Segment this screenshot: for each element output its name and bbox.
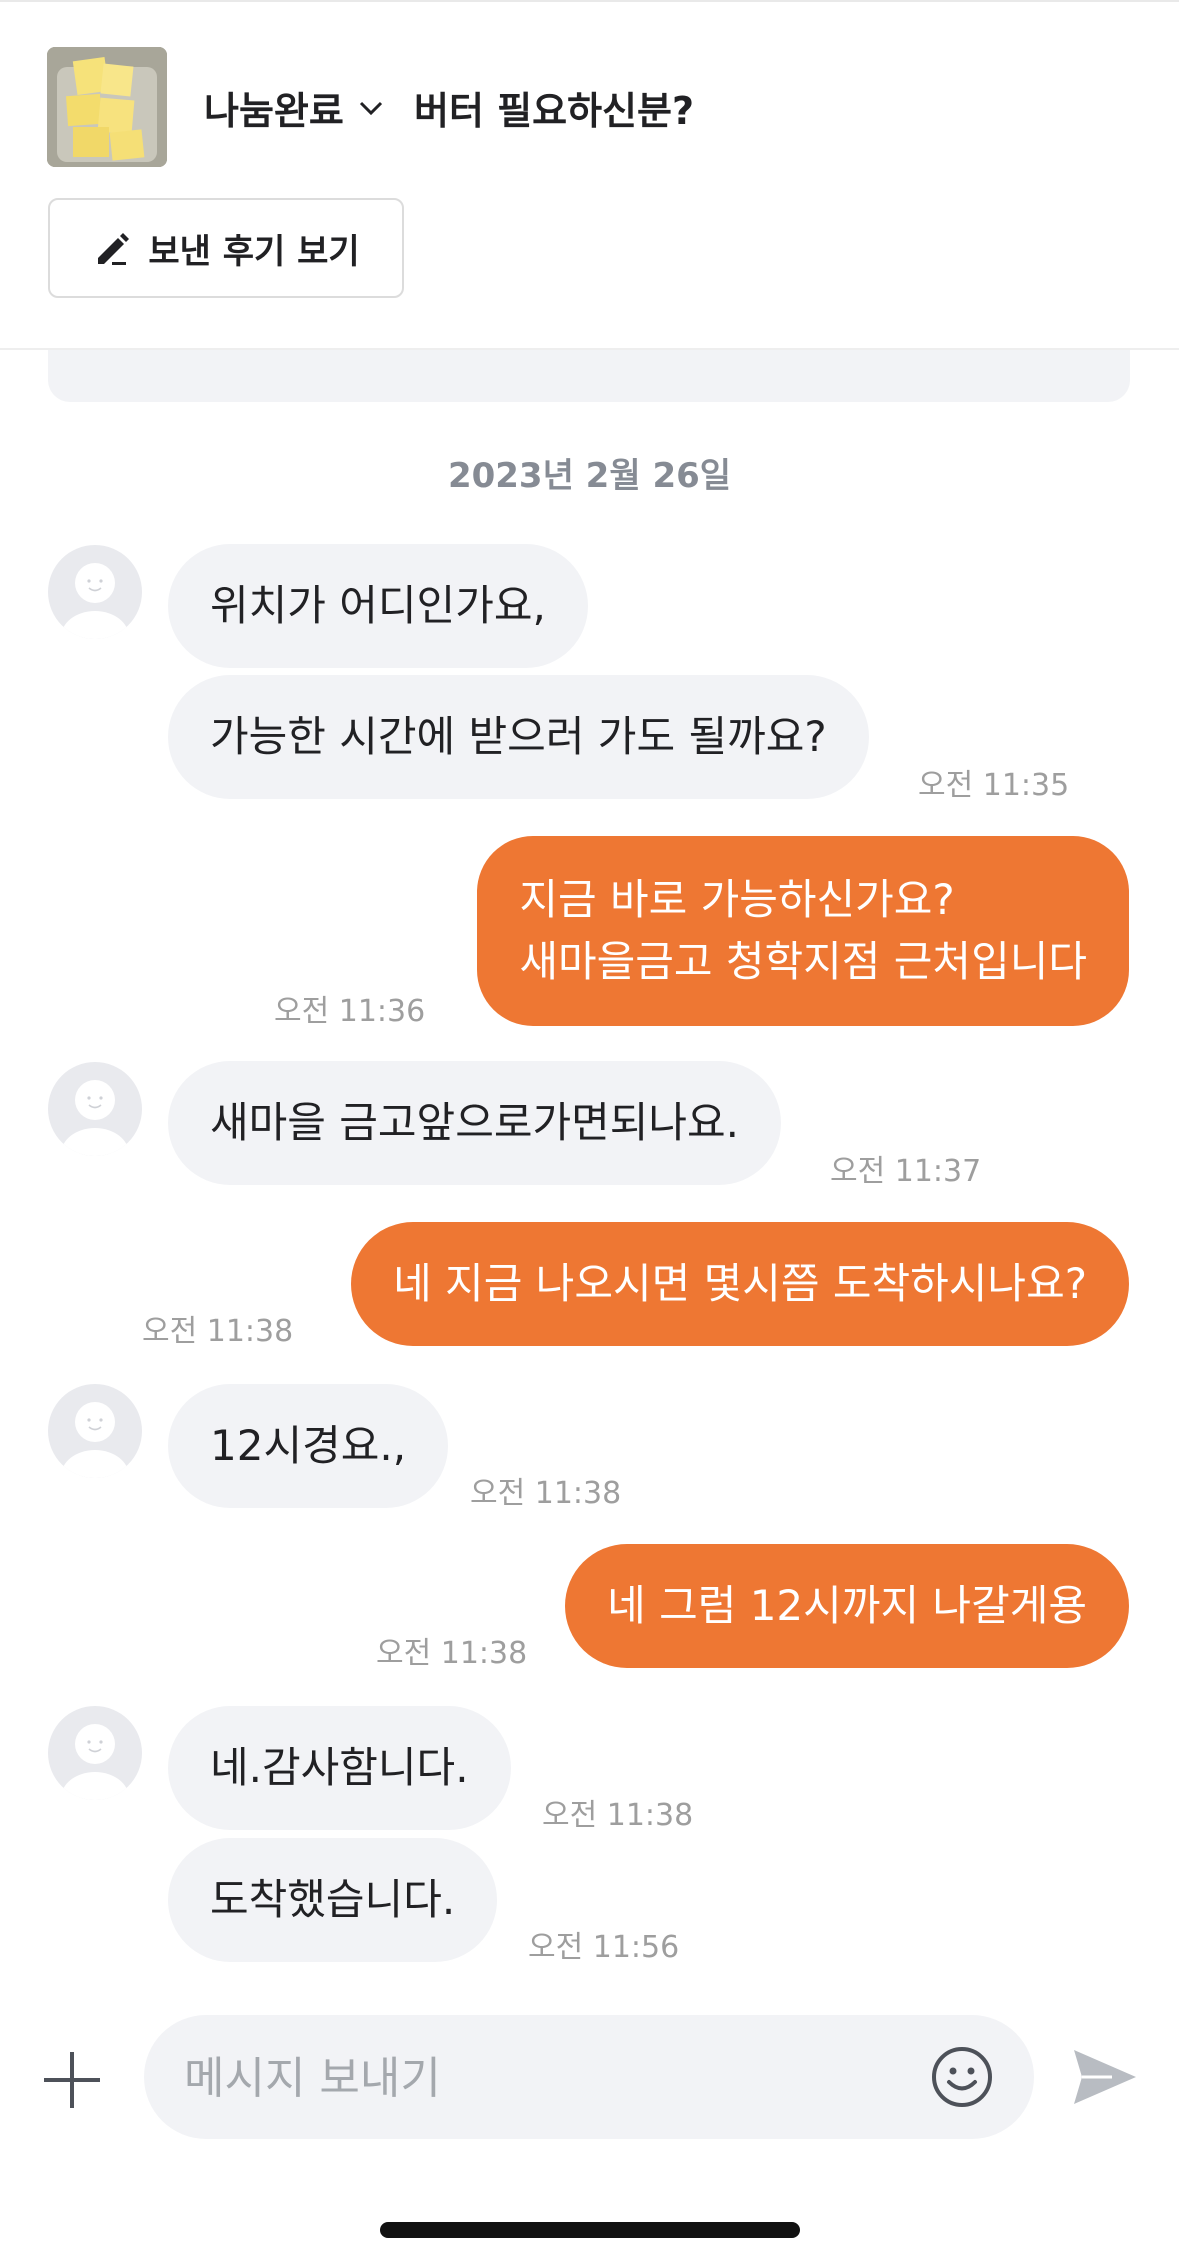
avatar[interactable] — [48, 1062, 142, 1156]
message-text: 12시경요., — [210, 1421, 407, 1470]
message-time: 오전 11:35 — [918, 768, 1070, 803]
smiley-icon — [932, 2047, 992, 2107]
post-title[interactable]: 버터 필요하신분? — [414, 80, 694, 135]
chevron-down-icon — [359, 101, 382, 115]
view-review-button[interactable]: 보낸 후기 보기 — [48, 198, 404, 298]
avatar[interactable] — [48, 545, 142, 639]
message-input-container — [144, 2015, 1034, 2141]
default-avatar-icon — [61, 1080, 129, 1156]
attach-button[interactable] — [40, 2048, 104, 2112]
message-time: 오전 11:37 — [830, 1154, 982, 1189]
message-line: 지금 바로 가능하신가요? — [519, 875, 955, 924]
incoming-message[interactable]: 위치가 어디인가요, — [168, 544, 588, 668]
message-text: 도착했습니다. — [210, 1875, 456, 1924]
message-time: 오전 11:56 — [528, 1930, 680, 1965]
incoming-message[interactable]: 새마을 금고앞으로가면되나요. — [168, 1061, 782, 1185]
incoming-message[interactable]: 가능한 시간에 받으러 가도 될까요? — [168, 675, 869, 799]
message-time: 오전 11:38 — [542, 1798, 694, 1833]
product-thumbnail[interactable] — [47, 47, 167, 167]
message-time: 오전 11:38 — [142, 1314, 294, 1349]
message-time: 오전 11:36 — [274, 994, 426, 1029]
avatar[interactable] — [48, 1706, 142, 1800]
date-divider: 2023년 2월 26일 — [447, 456, 732, 496]
message-time: 오전 11:38 — [470, 1476, 622, 1511]
emoji-button[interactable] — [930, 2045, 994, 2109]
status-dropdown[interactable]: 나눔완료 — [204, 80, 386, 135]
send-button[interactable] — [1072, 2046, 1138, 2108]
top-divider — [0, 0, 1179, 2]
default-avatar-icon — [61, 1402, 129, 1478]
view-review-label: 보낸 후기 보기 — [148, 231, 360, 272]
send-icon — [1074, 2050, 1136, 2104]
avatar[interactable] — [48, 1384, 142, 1478]
status-label: 나눔완료 — [204, 89, 344, 133]
incoming-message[interactable]: 네.감사함니다. — [168, 1706, 511, 1830]
incoming-message[interactable]: 12시경요., — [168, 1384, 449, 1508]
message-text: 위치가 어디인가요, — [210, 581, 546, 630]
message-line: 새마을금고 청학지점 근처입니다 — [519, 937, 1087, 986]
pencil-icon — [98, 233, 130, 265]
default-avatar-icon — [61, 1724, 129, 1800]
home-indicator — [380, 2222, 800, 2238]
outgoing-message[interactable]: 네 그럼 12시까지 나갈게용 — [565, 1544, 1129, 1668]
default-avatar-icon — [61, 563, 129, 639]
outgoing-message[interactable]: 네 지금 나오시면 몇시쯤 도착하시나요? — [351, 1222, 1129, 1346]
outgoing-message[interactable]: 지금 바로 가능하신가요? 새마을금고 청학지점 근처입니다 — [477, 836, 1129, 1026]
message-text: 네 그럼 12시까지 나갈게용 — [607, 1581, 1087, 1630]
chat-header: 나눔완료 버터 필요하신분? 보낸 후기 보기 — [0, 0, 1179, 350]
message-text: 새마을 금고앞으로가면되나요. — [210, 1098, 740, 1147]
message-input[interactable] — [182, 2015, 886, 2141]
incoming-message[interactable]: 도착했습니다. — [168, 1838, 498, 1962]
message-text: 네.감사함니다. — [210, 1743, 469, 1792]
message-text: 네 지금 나오시면 몇시쯤 도착하시나요? — [393, 1259, 1087, 1308]
message-text: 가능한 시간에 받으러 가도 될까요? — [210, 712, 827, 761]
plus-icon — [44, 2052, 100, 2108]
message-time: 오전 11:38 — [376, 1636, 528, 1671]
